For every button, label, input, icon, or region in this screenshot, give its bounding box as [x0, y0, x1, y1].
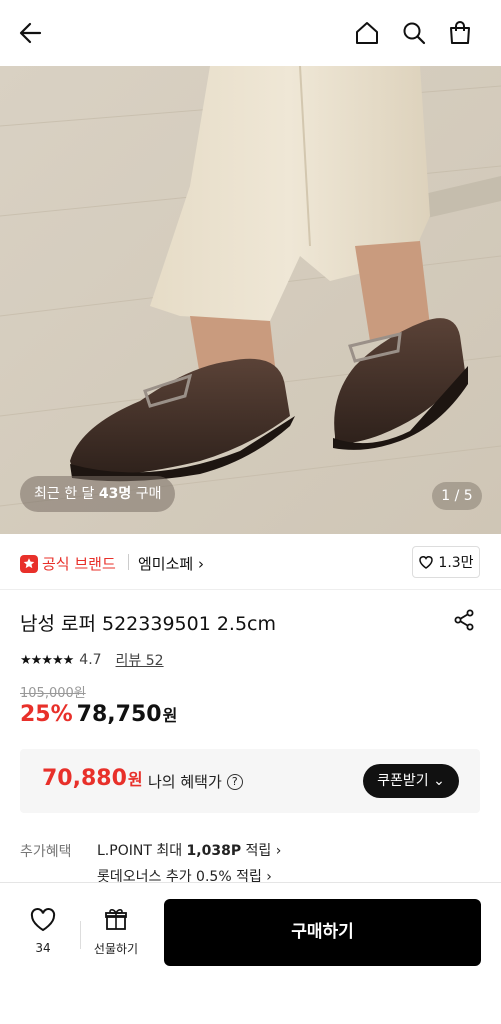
benefit-price-value: 70,880	[42, 766, 127, 791]
wishlist-button[interactable]: 34	[22, 907, 64, 955]
benefit-currency: 원	[127, 770, 143, 789]
official-star-icon	[20, 554, 38, 573]
gift-label: 선물하기	[93, 942, 139, 956]
heart-icon	[30, 908, 56, 932]
bottom-action-bar: 34 선물하기 구매하기	[0, 882, 501, 1024]
price-row: 25% 78,750 원	[20, 702, 177, 727]
search-icon[interactable]	[399, 18, 429, 48]
lpoint-benefit-link[interactable]: L.POINT 최대 1,038P 적립 ›	[97, 840, 281, 860]
buy-button[interactable]: 구매하기	[164, 899, 481, 966]
currency-unit: 원	[162, 706, 178, 725]
lpoint-prefix: L.POINT 최대	[97, 843, 183, 859]
discount-rate: 25%	[20, 702, 73, 727]
home-icon[interactable]	[352, 18, 382, 48]
benefit-price-box: 70,880원 나의 혜택가 ? 쿠폰받기 ⌄	[20, 749, 480, 813]
recent-count: 43명	[98, 486, 132, 502]
sale-price: 78,750	[76, 702, 162, 727]
recent-prefix: 최근 한 달	[34, 486, 95, 502]
product-photo	[0, 66, 501, 534]
recent-suffix: 구매	[135, 486, 162, 502]
extra-benefit-label: 추가혜택	[20, 844, 72, 860]
lpoint-suffix: 적립 ›	[245, 843, 282, 859]
like-count: 1.3만	[438, 555, 474, 571]
image-page-indicator: 1 / 5	[432, 482, 482, 510]
divider	[128, 554, 129, 570]
help-icon[interactable]: ?	[226, 773, 243, 790]
benefit-label-row: 나의 혜택가 ?	[148, 771, 243, 792]
benefit-label: 나의 혜택가	[148, 773, 222, 791]
lpoint-points: 1,038P	[186, 843, 242, 859]
brand-name-link[interactable]: 엠미소페 ›	[138, 553, 204, 574]
shopping-bag-icon[interactable]	[445, 18, 475, 48]
gift-icon	[105, 909, 127, 930]
official-brand-badge: 공식 브랜드	[20, 553, 116, 574]
rating-row: ★★★★★ 4.7 리뷰 52	[20, 650, 164, 670]
top-navigation-bar	[0, 0, 501, 66]
recent-purchase-badge: 최근 한 달 43명 구매	[20, 476, 176, 512]
coupon-button[interactable]: 쿠폰받기 ⌄	[363, 764, 459, 798]
wishlist-count: 34	[35, 941, 51, 955]
official-brand-label: 공식 브랜드	[42, 555, 116, 573]
benefit-price: 70,880원	[42, 766, 143, 791]
brand-row: 공식 브랜드 엠미소페 › 1.3만	[0, 534, 501, 590]
like-button[interactable]: 1.3만	[412, 546, 480, 578]
review-link[interactable]: 리뷰 52	[116, 650, 164, 670]
divider	[80, 921, 81, 949]
original-price: 105,000원	[20, 686, 86, 701]
product-image-carousel[interactable]	[0, 66, 501, 534]
gift-button[interactable]: 선물하기	[88, 907, 144, 957]
share-icon[interactable]	[452, 608, 476, 632]
rating-score: 4.7	[79, 652, 102, 668]
rating-stars: ★★★★★	[20, 652, 74, 668]
back-arrow-icon[interactable]	[16, 18, 46, 48]
lotte-owners-benefit-link[interactable]: 롯데오너스 추가 0.5% 적립 ›	[97, 866, 272, 882]
product-title: 남성 로퍼 522339501 2.5cm	[20, 613, 277, 635]
heart-icon	[419, 556, 434, 569]
